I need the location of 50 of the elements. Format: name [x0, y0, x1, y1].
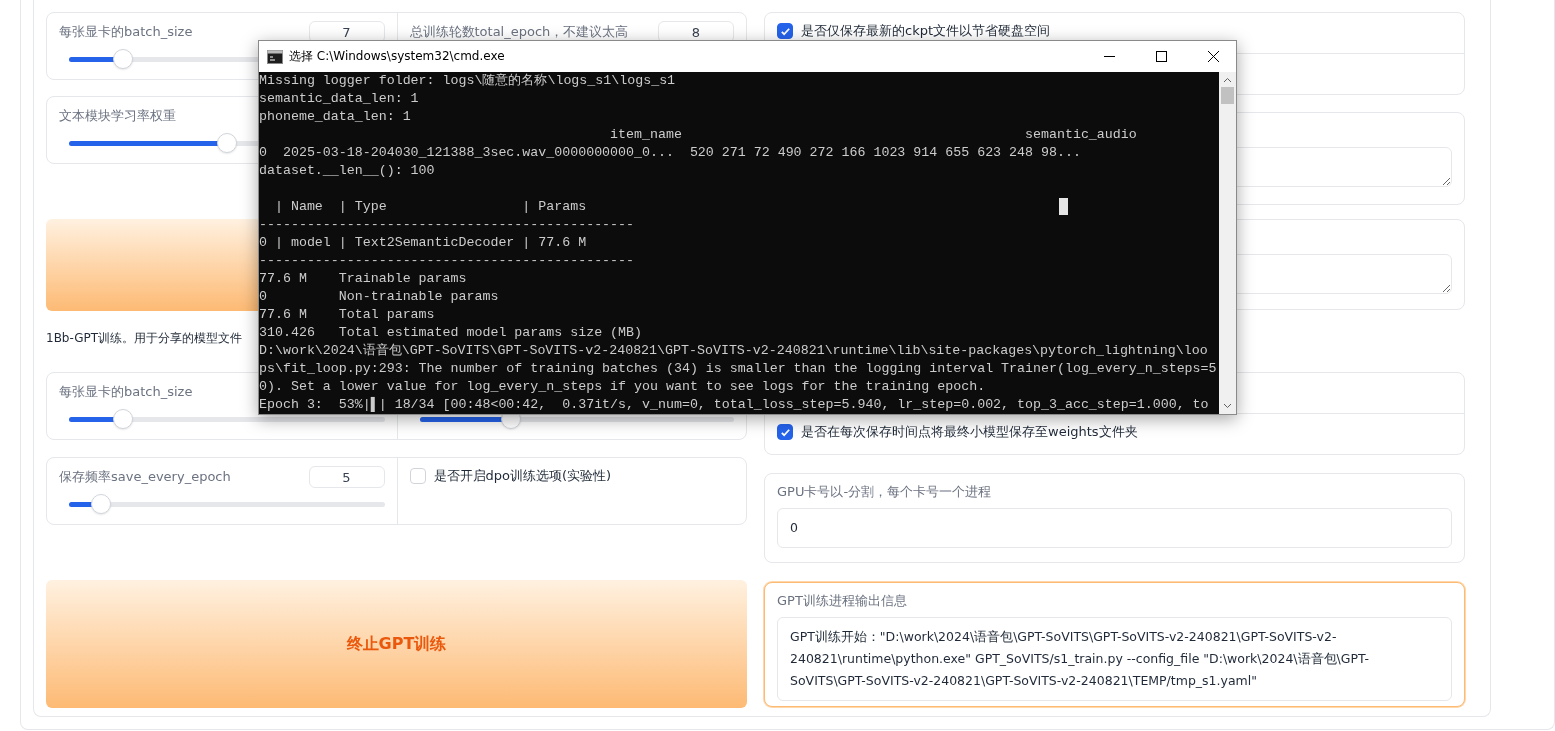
console-line: D:\work\2024\语音包\GPT-SoVITS\GPT-SoVITS-v2-240821\GPT-SoVITS-v2-240821\runtime\lib\site-packages\pytorch_lightning\loo: [259, 343, 1208, 358]
console-line: 0). Set a lower value for log_every_n_steps if you want to see logs for the training epoch.: [259, 379, 986, 394]
scrollbar[interactable]: [1219, 72, 1236, 414]
slider-thumb[interactable]: [90, 494, 111, 514]
console-line: 0 Non-trainable params: [259, 289, 499, 304]
check-icon: [779, 426, 791, 438]
field-label: GPT训练进程输出信息: [777, 592, 908, 610]
slider-label: 总训练轮数total_epoch，不建议太高: [409, 23, 629, 41]
console-line: Epoch 3: 53%|▌| 18/34 [00:48<00:42, 0.37it/s, v_num=0, total_loss_step=5.940, lr_step=0.002, top_3_acc_step=1.000, to: [259, 397, 1209, 412]
section-note: 1Bb-GPT训练。用于分享的模型文件: [46, 330, 243, 346]
scroll-up-icon[interactable]: [1223, 76, 1232, 85]
console-line: semantic_data_len: 1: [259, 91, 419, 106]
console-line: -----------------------------------------------: [259, 253, 635, 268]
console-line: Missing logger folder: logs\随意的名称\logs_s1\logs_s1: [259, 73, 676, 88]
checkbox-label: 是否开启dpo训练选项(实验性): [433, 467, 612, 485]
number-field[interactable]: 5: [308, 466, 385, 488]
slider-label: 文本模块学习率权重: [59, 107, 176, 125]
console-line: dataset.__len__(): 100: [259, 163, 435, 178]
console-line: 77.6 M Trainable params: [259, 271, 467, 286]
slider-label: 每张显卡的batch_size: [59, 383, 193, 401]
console-line: 77.6 M Total params: [259, 307, 435, 322]
scroll-down-icon[interactable]: [1223, 401, 1232, 410]
console-line: 0 2025-03-18-204030_121388_3sec.wav_0000000000_0... 520 271 72 490 272 166 1023 914 655 623 248 98...: [259, 145, 1081, 160]
checkbox-label: 是否仅保存最新的ckpt文件以节省硬盘空间: [801, 22, 1051, 40]
slider-thumb[interactable]: [112, 49, 133, 69]
console-line: 310.426 Total estimated model params size (MB): [259, 325, 642, 340]
close-icon: [1207, 51, 1219, 62]
scrollbar-thumb[interactable]: [1221, 87, 1234, 104]
console-line: ps\fit_loop.py:293: The number of training batches (34) is smaller than the logging interval Trainer(log_every_n_steps=5: [259, 361, 1217, 376]
slider-thumb[interactable]: [112, 409, 133, 429]
console-line: item_name semantic_audio: [609, 127, 1137, 142]
maximize-icon: [1155, 51, 1167, 62]
console-line: 0 | model | Text2SemanticDecoder | 77.6 M: [259, 235, 587, 250]
minimize-icon: [1103, 55, 1115, 58]
check-icon: [779, 25, 791, 37]
text-cursor: [1059, 198, 1068, 215]
console-icon: [267, 49, 283, 64]
slider-label: 每张显卡的batch_size: [59, 23, 193, 41]
field-label: GPU卡号以-分割，每个卡号一个进程: [777, 483, 993, 501]
slider-label: 保存频率save_every_epoch: [59, 468, 231, 486]
window-title: 选择 C:\Windows\system32\cmd.exe: [289, 48, 506, 65]
console-line: | Name | Type | Params: [273, 199, 587, 214]
checkbox[interactable]: [777, 424, 793, 440]
checkbox-label: 是否在每次保存时间点将最终小模型保存至weights文件夹: [801, 423, 1138, 441]
console-line: phoneme_data_len: 1: [259, 109, 411, 124]
checkbox[interactable]: [777, 23, 793, 39]
console-line: -----------------------------------------------: [259, 217, 635, 232]
slider-thumb[interactable]: [216, 133, 237, 153]
text-field[interactable]: 0: [777, 508, 1452, 548]
text-field[interactable]: GPT训练开始："D:\work\2024\语音包\GPT-SoVITS\GPT-SoVITS-v2-240821\GPT-SoVITS-v2-240821\runtime\python.exe" GPT_SoVITS/s1_train.py --config_file "D:\work\2024\语音包\GPT-SoVITS\GPT-SoVITS-v2-240821\GPT-SoVITS-v2-240821\TEMP/tmp_s1.yaml": [777, 617, 1452, 701]
